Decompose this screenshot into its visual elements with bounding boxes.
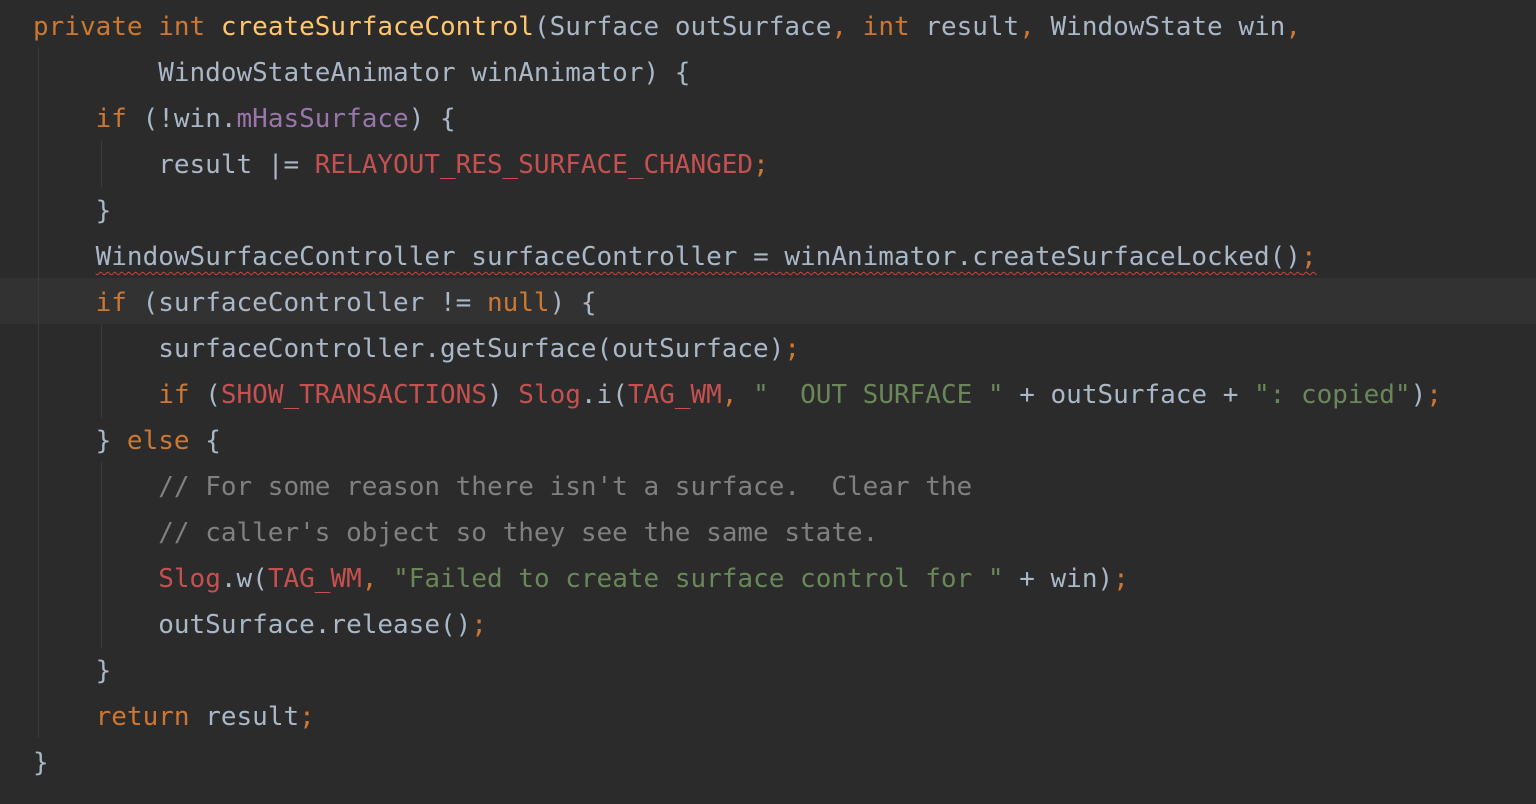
code-line[interactable]: } — [33, 740, 49, 786]
code-token: + win) — [1003, 564, 1114, 594]
code-token: , — [1285, 12, 1301, 42]
code-token: else — [126, 426, 190, 456]
code-token: ; — [753, 150, 769, 180]
code-token: TAG_WM — [627, 380, 722, 410]
code-token: int — [158, 12, 206, 42]
code-token: ; — [784, 334, 801, 364]
code-token: + outSurface + — [1003, 380, 1255, 410]
code-token: } — [33, 426, 127, 456]
code-token: result |= — [33, 150, 315, 180]
code-line[interactable]: private int createSurfaceControl(Surface… — [33, 4, 1301, 50]
code-token: , — [831, 12, 848, 42]
code-token: .i( — [580, 380, 628, 410]
code-line[interactable]: } — [33, 648, 112, 694]
code-token: ( — [189, 380, 221, 410]
code-token: ; — [1113, 564, 1129, 594]
code-token: return — [95, 702, 190, 732]
code-token: ": copied" — [1254, 380, 1411, 410]
code-token: , — [721, 380, 738, 410]
code-token: (!win. — [126, 104, 237, 134]
code-line[interactable]: } else { — [33, 418, 221, 464]
code-token: } — [33, 656, 112, 686]
code-token: "Failed to create surface control for " — [393, 564, 1004, 594]
code-token: // For some reason there isn't a surface… — [158, 472, 973, 502]
code-line[interactable]: if (!win.mHasSurface) { — [33, 96, 456, 142]
code-line[interactable]: if (surfaceController != null) { — [33, 280, 597, 326]
code-token: .w( — [220, 564, 268, 594]
code-token: ) { — [408, 104, 456, 134]
code-token: private — [33, 12, 143, 42]
code-token: (Surface outSurface — [533, 12, 832, 42]
code-token: result — [909, 12, 1020, 42]
code-line[interactable]: return result; — [33, 694, 315, 740]
code-token: } — [33, 196, 112, 226]
code-token: , — [361, 564, 378, 594]
code-token: Slog — [518, 380, 581, 410]
code-token: if — [158, 380, 190, 410]
code-line[interactable]: result |= RELAYOUT_RES_SURFACE_CHANGED; — [33, 142, 769, 188]
code-line[interactable]: if (SHOW_TRANSACTIONS) Slog.i(TAG_WM, " … — [33, 372, 1442, 418]
code-token: SHOW_TRANSACTIONS — [220, 380, 487, 410]
code-token: mHasSurface — [236, 104, 409, 134]
code-line[interactable]: WindowStateAnimator winAnimator) { — [33, 50, 690, 96]
code-token: (surfaceController != — [126, 288, 487, 318]
code-token: outSurface.release() — [33, 610, 472, 640]
code-token: { — [189, 426, 221, 456]
code-token: WindowSurfaceController surfaceControlle… — [95, 242, 1301, 272]
code-token: ; — [299, 702, 315, 732]
code-token: , — [1019, 12, 1035, 42]
code-line[interactable]: surfaceController.getSurface(outSurface)… — [33, 326, 800, 372]
code-line[interactable]: Slog.w(TAG_WM, "Failed to create surface… — [33, 556, 1129, 602]
code-token: if — [95, 288, 127, 318]
code-token: // caller's object so they see the same … — [158, 518, 879, 548]
code-token: " OUT SURFACE " — [753, 380, 1004, 410]
code-token: } — [33, 748, 49, 778]
code-line[interactable]: WindowSurfaceController surfaceControlle… — [33, 234, 1317, 280]
code-token: surfaceController.getSurface(outSurface) — [33, 334, 785, 364]
code-line[interactable]: // caller's object so they see the same … — [33, 510, 878, 556]
code-token: ; — [471, 610, 487, 640]
code-token: TAG_WM — [267, 564, 362, 594]
code-token: result — [189, 702, 300, 732]
code-token: null — [486, 288, 550, 318]
code-line[interactable]: // For some reason there isn't a surface… — [33, 464, 972, 510]
code-token: int — [862, 12, 910, 42]
code-editor[interactable]: private int createSurfaceControl(Surface… — [0, 0, 1536, 804]
code-token: WindowState win — [1034, 12, 1286, 42]
code-token: RELAYOUT_RES_SURFACE_CHANGED — [314, 150, 754, 180]
code-token: ; — [1426, 380, 1442, 410]
code-token: ) { — [549, 288, 597, 318]
code-line[interactable]: outSurface.release(); — [33, 602, 487, 648]
code-token: createSurfaceControl — [220, 12, 534, 42]
code-token: ; — [1300, 242, 1317, 272]
code-token: Slog — [158, 564, 221, 594]
code-line[interactable]: } — [33, 188, 112, 234]
code-token: ) — [1410, 380, 1427, 410]
code-token: ) — [486, 380, 519, 410]
code-token: WindowStateAnimator winAnimator) { — [33, 58, 691, 88]
code-token: if — [95, 104, 127, 134]
